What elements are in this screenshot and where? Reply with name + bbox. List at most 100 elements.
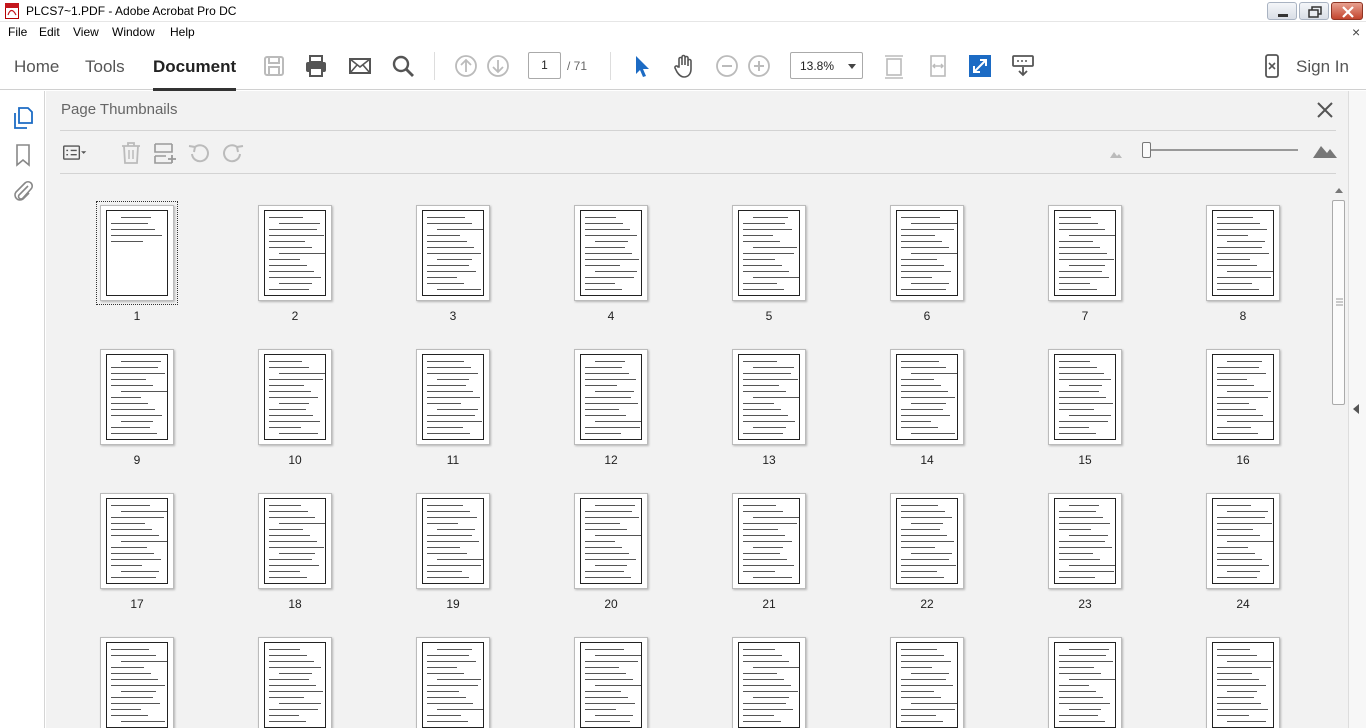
page-thumbnail[interactable] xyxy=(732,637,806,728)
page-thumbnail[interactable] xyxy=(1048,349,1122,445)
slider-handle[interactable] xyxy=(1142,142,1151,158)
menu-edit[interactable]: Edit xyxy=(39,25,60,39)
menu-view[interactable]: View xyxy=(73,25,99,39)
page-thumbnail[interactable] xyxy=(574,349,648,445)
close-document-icon[interactable]: × xyxy=(1352,24,1360,40)
page-thumbnail[interactable] xyxy=(416,205,490,301)
main-toolbar: Home Tools Document 1 / 71 13.8% Sign In xyxy=(0,42,1366,91)
search-icon[interactable] xyxy=(390,53,416,79)
page-thumbnail[interactable] xyxy=(574,637,648,728)
attachment-icon[interactable] xyxy=(11,179,35,203)
page-thumbnails-icon[interactable] xyxy=(11,106,35,130)
page-thumbnail[interactable] xyxy=(258,493,332,589)
close-icon[interactable] xyxy=(1314,99,1336,121)
page-number-label: 22 xyxy=(920,597,934,611)
scroll-mode-icon[interactable] xyxy=(1010,53,1036,79)
page-thumbnail[interactable] xyxy=(1048,637,1122,728)
page-number-label: 2 xyxy=(291,309,299,323)
page-preview xyxy=(896,210,958,296)
zoom-dropdown[interactable]: 13.8% xyxy=(790,52,863,79)
delete-icon[interactable] xyxy=(118,140,144,166)
page-thumbnail[interactable] xyxy=(732,205,806,301)
restore-button[interactable] xyxy=(1299,2,1329,20)
page-thumbnail[interactable] xyxy=(1206,205,1280,301)
right-pane-toggle[interactable] xyxy=(1348,91,1366,728)
page-thumbnail[interactable] xyxy=(574,205,648,301)
page-thumbnail[interactable] xyxy=(890,637,964,728)
small-thumbnails-icon[interactable] xyxy=(1108,147,1124,159)
page-thumbnail[interactable] xyxy=(890,205,964,301)
large-thumbnails-icon[interactable] xyxy=(1312,141,1338,159)
full-screen-icon[interactable] xyxy=(967,53,993,79)
options-menu-icon[interactable] xyxy=(62,140,88,166)
close-window-button[interactable] xyxy=(1331,2,1363,20)
save-icon[interactable] xyxy=(261,53,287,79)
page-preview xyxy=(896,354,958,440)
page-thumbnail[interactable] xyxy=(100,349,174,445)
thumbnail-size-slider[interactable] xyxy=(1146,149,1298,151)
email-icon[interactable] xyxy=(347,53,373,79)
page-thumbnail[interactable] xyxy=(574,493,648,589)
page-thumbnail[interactable] xyxy=(732,349,806,445)
zoom-in-icon[interactable] xyxy=(746,53,772,79)
page-thumbnail[interactable] xyxy=(1048,205,1122,301)
page-number-label: 14 xyxy=(920,453,934,467)
tab-tools[interactable]: Tools xyxy=(85,57,125,77)
page-thumbnail[interactable] xyxy=(732,493,806,589)
page-thumbnail[interactable] xyxy=(890,349,964,445)
page-number-input[interactable]: 1 xyxy=(528,52,561,79)
page-thumbnail[interactable] xyxy=(258,637,332,728)
page-thumbnail[interactable] xyxy=(100,637,174,728)
tab-document[interactable]: Document xyxy=(153,57,237,91)
sign-in-link[interactable]: Sign In xyxy=(1296,57,1349,77)
page-thumbnail[interactable] xyxy=(1206,637,1280,728)
page-up-icon[interactable] xyxy=(453,53,479,79)
page-number-label: 6 xyxy=(923,309,931,323)
print-icon[interactable] xyxy=(303,53,329,79)
vertical-scrollbar[interactable] xyxy=(1330,183,1348,728)
bookmark-icon[interactable] xyxy=(12,143,34,167)
page-number-label: 24 xyxy=(1236,597,1250,611)
page-thumbnail[interactable] xyxy=(890,493,964,589)
tab-home[interactable]: Home xyxy=(14,57,59,77)
page-preview xyxy=(106,642,168,728)
page-thumbnail[interactable] xyxy=(258,205,332,301)
page-fit-icon[interactable] xyxy=(881,53,907,79)
hand-icon[interactable] xyxy=(671,53,697,79)
chevron-down-icon xyxy=(848,64,856,69)
page-thumbnail[interactable] xyxy=(100,493,174,589)
page-preview xyxy=(1054,642,1116,728)
page-preview xyxy=(896,642,958,728)
scrollbar-thumb[interactable] xyxy=(1332,200,1345,405)
page-thumbnail[interactable] xyxy=(416,637,490,728)
chevron-left-icon[interactable] xyxy=(1351,403,1361,415)
rotate-clockwise-icon[interactable] xyxy=(220,140,246,166)
page-number-label: 10 xyxy=(288,453,302,467)
insert-pages-icon[interactable] xyxy=(152,140,178,166)
page-thumbnail[interactable] xyxy=(416,349,490,445)
page-down-icon[interactable] xyxy=(485,53,511,79)
select-cursor-icon[interactable] xyxy=(629,53,655,79)
acrobat-pdf-icon xyxy=(5,3,19,19)
page-thumbnail[interactable] xyxy=(1048,493,1122,589)
mobile-icon[interactable] xyxy=(1259,53,1285,79)
page-thumbnail[interactable] xyxy=(258,349,332,445)
page-number-label: 17 xyxy=(130,597,144,611)
page-number-label: 11 xyxy=(446,453,460,467)
rotate-counterclockwise-icon[interactable] xyxy=(186,140,212,166)
menu-help[interactable]: Help xyxy=(170,25,195,39)
zoom-out-icon[interactable] xyxy=(714,53,740,79)
page-thumbnail[interactable] xyxy=(1206,349,1280,445)
page-thumbnail[interactable] xyxy=(96,201,178,305)
minimize-button[interactable] xyxy=(1267,2,1297,20)
menu-file[interactable]: File xyxy=(8,25,27,39)
scroll-up-icon[interactable] xyxy=(1334,186,1344,194)
left-navigation-pane xyxy=(0,91,45,728)
toolbar-divider xyxy=(610,52,611,80)
page-preview xyxy=(738,354,800,440)
page-width-icon[interactable] xyxy=(925,53,951,79)
page-thumbnail[interactable] xyxy=(416,493,490,589)
page-number-label: 15 xyxy=(1078,453,1092,467)
page-thumbnail[interactable] xyxy=(1206,493,1280,589)
menu-window[interactable]: Window xyxy=(112,25,155,39)
